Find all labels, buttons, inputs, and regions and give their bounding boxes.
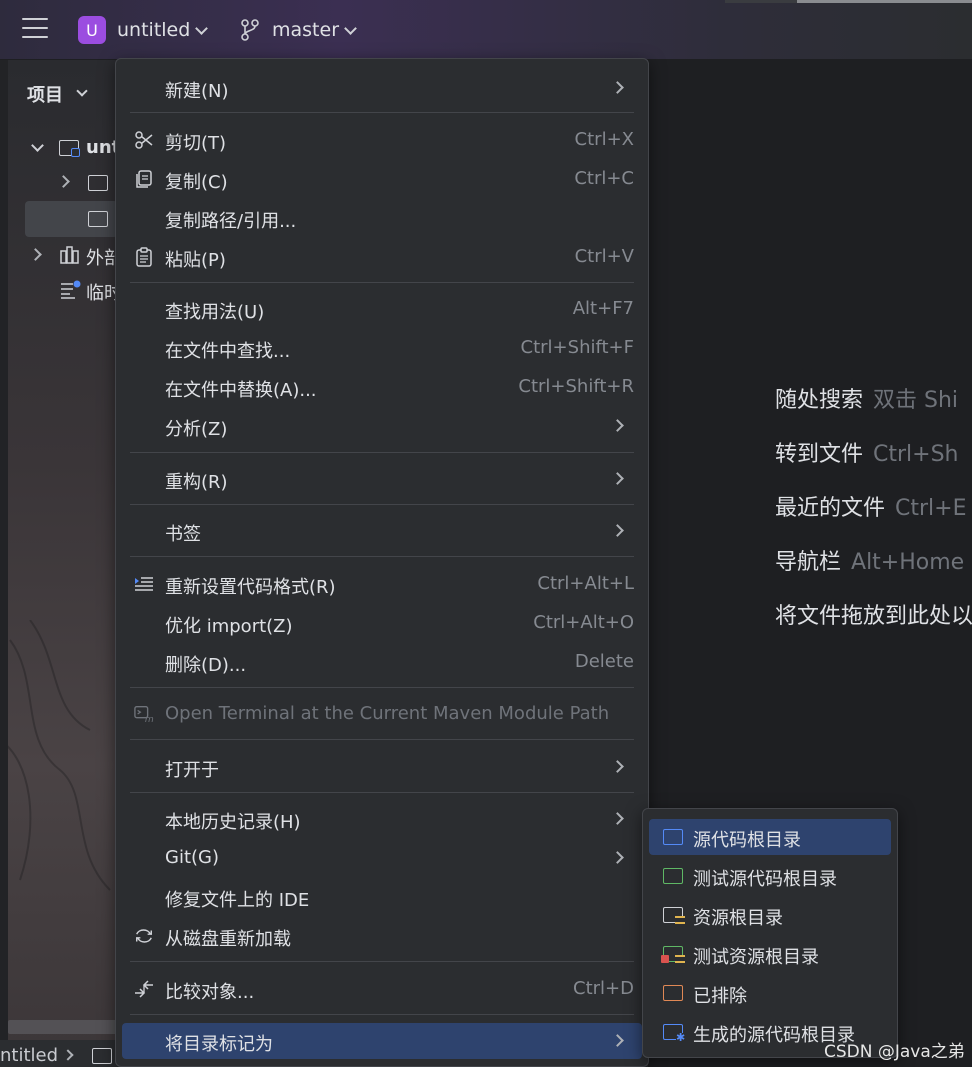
chevron-down-icon[interactable] <box>76 85 88 97</box>
main-menu-icon[interactable] <box>22 18 48 40</box>
watermark: CSDN @Java之弟 <box>824 1042 965 1062</box>
menu-item-replace-in-files[interactable]: 在文件中替换(A)... Ctrl+Shift+R <box>116 369 648 405</box>
menu-separator <box>130 452 634 453</box>
svg-text:m: m <box>145 715 154 724</box>
submenu-item-test-sources-root[interactable]: 测试源代码根目录 <box>649 858 891 894</box>
tree-item-external[interactable]: 外部 <box>86 244 118 270</box>
menu-item-reload-from-disk[interactable]: 从磁盘重新加载 <box>116 918 648 954</box>
external-libraries-icon <box>60 246 79 264</box>
tool-window-strip <box>0 60 8 1067</box>
submenu-item-excluded[interactable]: 已排除 <box>649 975 891 1011</box>
menu-item-analyze[interactable]: 分析(Z) <box>116 408 648 444</box>
menu-separator <box>130 112 634 113</box>
menu-item-find-usages[interactable]: 查找用法(U) Alt+F7 <box>116 291 648 327</box>
submenu-item-resources-root[interactable]: 资源根目录 <box>649 897 891 933</box>
resources-badge-icon <box>675 916 685 924</box>
compare-icon <box>135 980 153 998</box>
project-panel: 项目 unt 外部 临时 <box>0 60 118 1067</box>
chevron-right-icon <box>611 812 624 825</box>
resources-badge-icon <box>675 955 685 963</box>
menu-separator <box>130 687 634 688</box>
menu-item-find-in-files[interactable]: 在文件中查找... Ctrl+Shift+F <box>116 330 648 366</box>
menu-item-delete[interactable]: 删除(D)... Delete <box>116 644 648 680</box>
menu-item-copy-path[interactable]: 复制路径/引用... <box>116 200 648 236</box>
folder-icon[interactable] <box>88 175 108 191</box>
hint-drop-files: 将文件拖放到此处以 <box>775 604 972 629</box>
menu-item-new[interactable]: 新建(N) <box>116 70 648 106</box>
reload-icon <box>136 929 152 943</box>
menu-item-mark-directory-as[interactable]: 将目录标记为 <box>122 1023 642 1059</box>
horizontal-scrollbar[interactable] <box>8 1020 118 1034</box>
submenu-item-sources-root[interactable]: 源代码根目录 <box>649 819 891 855</box>
menu-item-optimize-imports[interactable]: 优化 import(Z) Ctrl+Alt+O <box>116 605 648 641</box>
tree-item-root[interactable]: unt <box>86 137 118 158</box>
menu-item-refactor[interactable]: 重构(R) <box>116 461 648 497</box>
clipboard-icon <box>136 247 152 267</box>
project-badge[interactable]: U <box>78 16 106 44</box>
menu-item-cut[interactable]: 剪切(T) Ctrl+X <box>116 122 648 158</box>
git-branch-icon[interactable] <box>240 18 260 42</box>
hint-navigation-bar: 导航栏 Alt+Home <box>775 550 965 575</box>
menu-item-compare-with[interactable]: 比较对象... Ctrl+D <box>116 971 648 1007</box>
breadcrumb-project[interactable]: ntitled <box>0 1045 58 1066</box>
chevron-down-icon[interactable] <box>31 139 44 152</box>
title-strip <box>725 0 797 3</box>
hint-search-everywhere: 随处搜索 双击 Shi <box>775 388 959 413</box>
scissors-icon <box>135 131 153 149</box>
menu-separator <box>130 504 634 505</box>
test-sources-folder-icon <box>663 868 683 884</box>
menu-separator <box>130 792 634 793</box>
menu-separator <box>130 739 634 740</box>
copy-icon <box>136 170 152 188</box>
hint-goto-file: 转到文件 Ctrl+Sh <box>775 442 959 467</box>
submenu-item-test-resources-root[interactable]: 测试资源根目录 <box>649 936 891 972</box>
test-resources-badge-icon <box>661 955 669 963</box>
scratches-icon <box>61 280 81 299</box>
branch-name[interactable]: master <box>272 19 339 41</box>
chevron-right-icon[interactable] <box>57 175 70 188</box>
chevron-right-icon[interactable] <box>29 248 42 261</box>
project-name[interactable]: untitled <box>117 19 190 41</box>
menu-item-copy[interactable]: 复制(C) Ctrl+C <box>116 161 648 197</box>
tree-item-scratches[interactable]: 临时 <box>86 279 118 305</box>
chevron-right-icon <box>611 524 624 537</box>
menu-separator <box>130 282 634 283</box>
chevron-right-icon <box>611 851 624 864</box>
chevron-right-icon <box>611 81 624 94</box>
folder-icon[interactable] <box>88 211 108 227</box>
chevron-right-icon <box>611 419 624 432</box>
sources-root-folder-icon <box>663 829 683 845</box>
chevron-down-icon[interactable] <box>195 22 208 35</box>
background-wallpaper <box>0 620 111 891</box>
menu-item-open-in[interactable]: 打开于 <box>116 749 648 785</box>
breadcrumb-folder-icon[interactable] <box>92 1048 112 1064</box>
reformat-icon <box>135 577 153 591</box>
menu-separator <box>130 1014 634 1015</box>
maven-terminal-icon: m <box>134 706 154 724</box>
title-strip <box>797 0 972 3</box>
menu-item-git[interactable]: Git(G) <box>116 840 648 876</box>
hint-recent-files: 最近的文件 Ctrl+E <box>775 496 967 521</box>
menu-item-local-history[interactable]: 本地历史记录(H) <box>116 801 648 837</box>
excluded-folder-icon <box>663 985 683 1001</box>
panel-title[interactable]: 项目 <box>27 81 63 107</box>
gear-icon: ✱ <box>676 1031 686 1044</box>
menu-item-open-terminal-maven[interactable]: m Open Terminal at the Current Maven Mod… <box>116 696 648 732</box>
menu-item-paste[interactable]: 粘贴(P) Ctrl+V <box>116 239 648 275</box>
chevron-down-icon[interactable] <box>344 22 357 35</box>
menu-separator <box>130 556 634 557</box>
chevron-right-icon <box>611 472 624 485</box>
title-bar: U untitled master <box>0 0 972 60</box>
menu-item-reformat-code[interactable]: 重新设置代码格式(R) Ctrl+Alt+L <box>116 566 648 602</box>
menu-separator <box>130 961 634 962</box>
menu-item-bookmarks[interactable]: 书签 <box>116 513 648 549</box>
chevron-right-icon <box>611 760 624 773</box>
mark-directory-submenu: 源代码根目录 测试源代码根目录 资源根目录 测试资源根目录 已排除 ✱ 生成的源… <box>642 808 898 1058</box>
menu-item-repair-ide[interactable]: 修复文件上的 IDE <box>116 879 648 915</box>
context-menu: 新建(N) 剪切(T) Ctrl+X 复制(C) Ctrl+C 复制路径/引用...… <box>115 58 649 1067</box>
module-badge-icon <box>71 148 80 157</box>
chevron-right-icon <box>611 1034 624 1047</box>
